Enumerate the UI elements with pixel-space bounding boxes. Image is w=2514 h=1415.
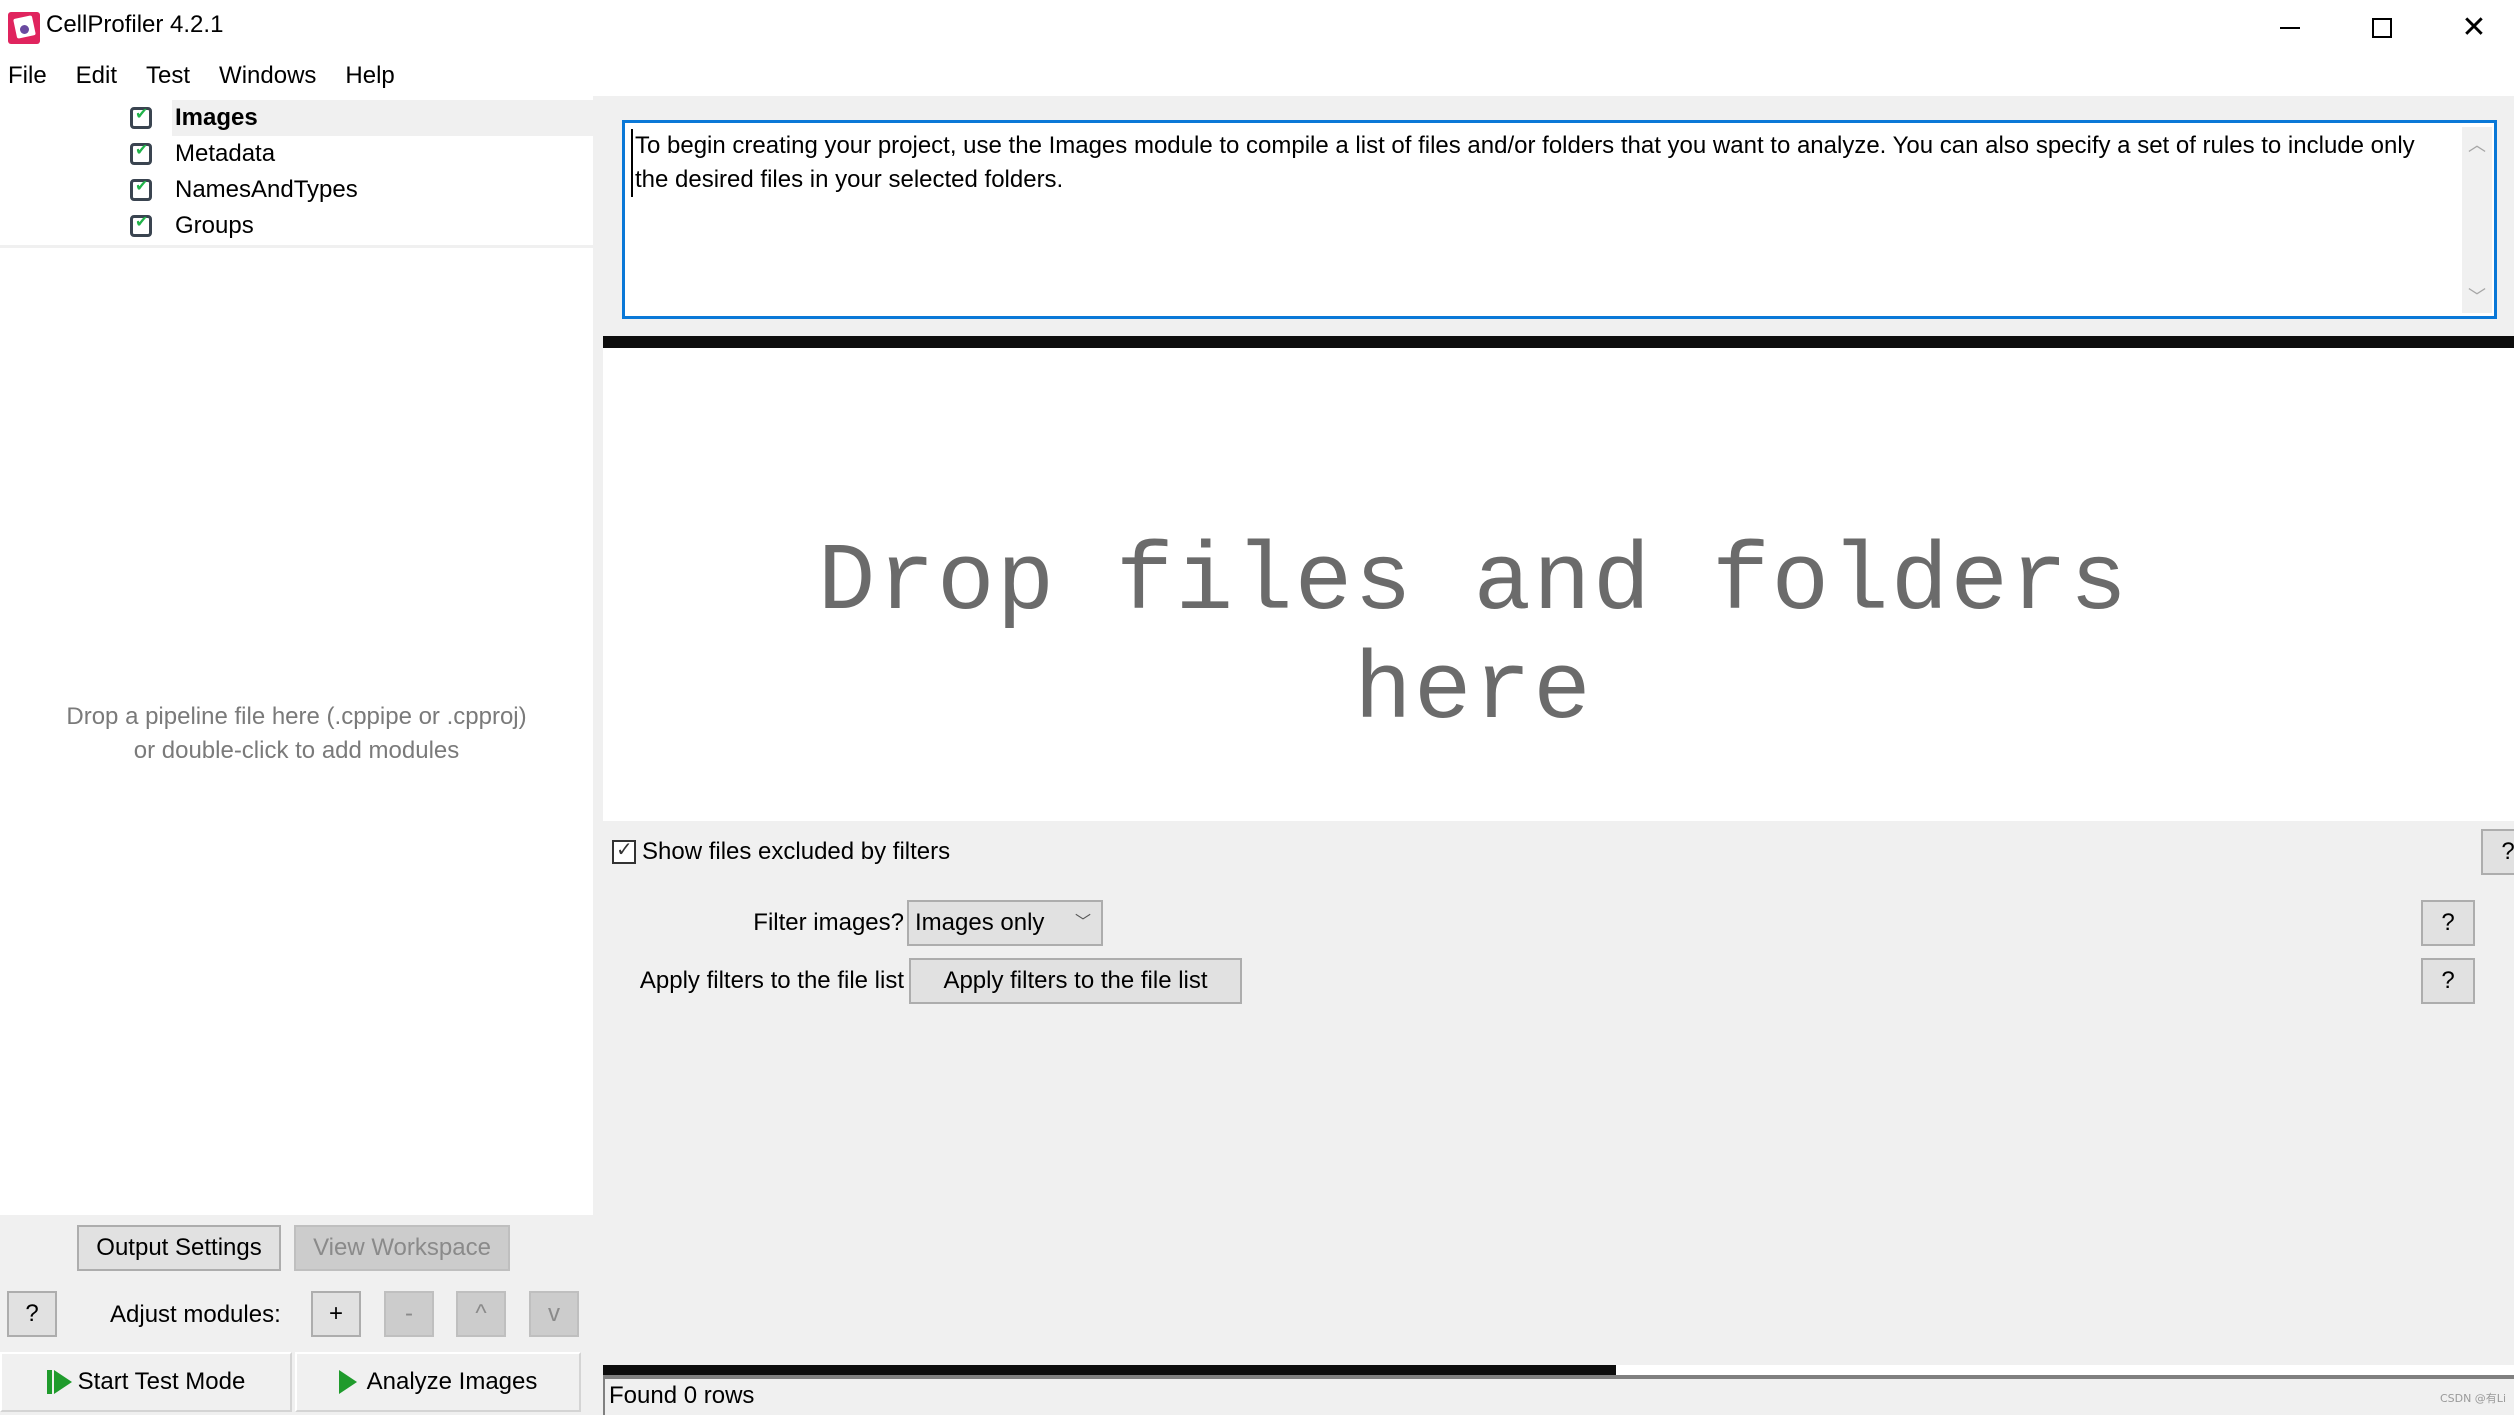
show-excluded-files-toggle[interactable]: Show files excluded by filters xyxy=(612,834,950,870)
module-enabled-checkbox-icon[interactable] xyxy=(130,104,152,129)
add-module-button[interactable]: + xyxy=(311,1291,361,1337)
menu-file[interactable]: File xyxy=(8,62,47,90)
pipeline-help-button[interactable]: ? xyxy=(7,1291,57,1337)
minimize-icon xyxy=(2280,27,2300,29)
filter-images-help-button[interactable]: ? xyxy=(2421,900,2475,946)
close-button[interactable]: ✕ xyxy=(2428,0,2514,56)
close-icon: ✕ xyxy=(2461,10,2487,45)
progress-fill xyxy=(603,1365,1616,1375)
module-help-textbox[interactable]: To begin creating your project, use the … xyxy=(622,120,2497,319)
test-mode-icon xyxy=(46,1370,72,1394)
window-title: CellProfiler 4.2.1 xyxy=(46,11,224,38)
pipeline-drop-hint: Drop a pipeline file here (.cppipe or .c… xyxy=(0,700,593,768)
pipeline-panel[interactable]: Images Metadata NamesAndTypes Groups Dro… xyxy=(0,96,593,1215)
module-enabled-checkbox-icon[interactable] xyxy=(130,176,152,201)
filter-images-label: Filter images? xyxy=(753,909,904,936)
module-label: NamesAndTypes xyxy=(175,176,358,203)
analyze-images-button[interactable]: Analyze Images xyxy=(295,1352,581,1412)
scroll-up-icon[interactable]: ︿ xyxy=(2462,131,2492,157)
module-list: Images Metadata NamesAndTypes Groups xyxy=(0,96,593,248)
module-label: Images xyxy=(172,100,593,136)
module-row-namesandtypes[interactable]: NamesAndTypes xyxy=(0,172,593,208)
watermark: CSDN @有Li xyxy=(2439,1392,2506,1405)
module-label: Groups xyxy=(175,212,254,239)
module-row-images[interactable]: Images xyxy=(0,100,593,136)
apply-filters-button[interactable]: Apply filters to the file list xyxy=(909,958,1242,1004)
move-module-down-button[interactable]: v xyxy=(529,1291,579,1337)
menu-windows[interactable]: Windows xyxy=(219,62,316,90)
file-list-header xyxy=(603,336,2514,348)
minimize-button[interactable] xyxy=(2244,0,2336,56)
menu-help[interactable]: Help xyxy=(345,62,394,90)
maximize-button[interactable] xyxy=(2336,0,2428,56)
drop-files-text: Drop files and folders here xyxy=(817,528,2130,746)
module-row-groups[interactable]: Groups xyxy=(0,208,593,244)
remove-module-button[interactable]: - xyxy=(384,1291,434,1337)
module-label: Metadata xyxy=(175,140,276,167)
start-test-mode-label: Start Test Mode xyxy=(77,1368,246,1395)
status-text: Found 0 rows xyxy=(609,1382,755,1409)
show-excluded-label: Show files excluded by filters xyxy=(642,838,951,865)
chevron-down-icon: ﹀ xyxy=(1074,914,1091,931)
menu-bar: File Edit Test Windows Help xyxy=(0,56,2514,96)
cellprofiler-logo-icon xyxy=(8,12,40,44)
file-drop-area[interactable]: Drop files and folders here xyxy=(603,348,2514,821)
progress-bar xyxy=(603,1365,2514,1375)
show-excluded-help-button[interactable]: ? xyxy=(2481,829,2514,875)
apply-filters-label: Apply filters to the file list xyxy=(639,967,904,994)
module-enabled-checkbox-icon[interactable] xyxy=(130,140,152,165)
help-scrollbar[interactable]: ︿ ﹀ xyxy=(2462,127,2492,313)
output-settings-button[interactable]: Output Settings xyxy=(77,1225,281,1271)
module-help-text: To begin creating your project, use the … xyxy=(631,129,2431,197)
module-row-metadata[interactable]: Metadata xyxy=(0,136,593,172)
pipeline-hint-line1: Drop a pipeline file here (.cppipe or .c… xyxy=(66,703,527,730)
view-workspace-button[interactable]: View Workspace xyxy=(294,1225,510,1271)
move-module-up-button[interactable]: ^ xyxy=(456,1291,506,1337)
show-excluded-checkbox[interactable] xyxy=(612,837,636,864)
menu-test[interactable]: Test xyxy=(146,62,190,90)
filter-images-value: Images only xyxy=(915,909,1045,936)
adjust-modules-label: Adjust modules: xyxy=(110,1301,281,1328)
play-icon xyxy=(338,1370,357,1394)
pipeline-hint-line2: or double-click to add modules xyxy=(133,737,460,764)
menu-edit[interactable]: Edit xyxy=(76,62,117,90)
filter-images-select[interactable]: Images only ﹀ xyxy=(907,900,1103,946)
title-bar: CellProfiler 4.2.1 ✕ xyxy=(0,0,2514,56)
module-enabled-checkbox-icon[interactable] xyxy=(130,212,152,237)
status-bar: Found 0 rows xyxy=(603,1379,2514,1415)
analyze-images-label: Analyze Images xyxy=(366,1368,538,1395)
apply-filters-help-button[interactable]: ? xyxy=(2421,958,2475,1004)
scroll-down-icon[interactable]: ﹀ xyxy=(2462,283,2492,309)
start-test-mode-button[interactable]: Start Test Mode xyxy=(0,1352,292,1412)
maximize-icon xyxy=(2372,18,2392,38)
